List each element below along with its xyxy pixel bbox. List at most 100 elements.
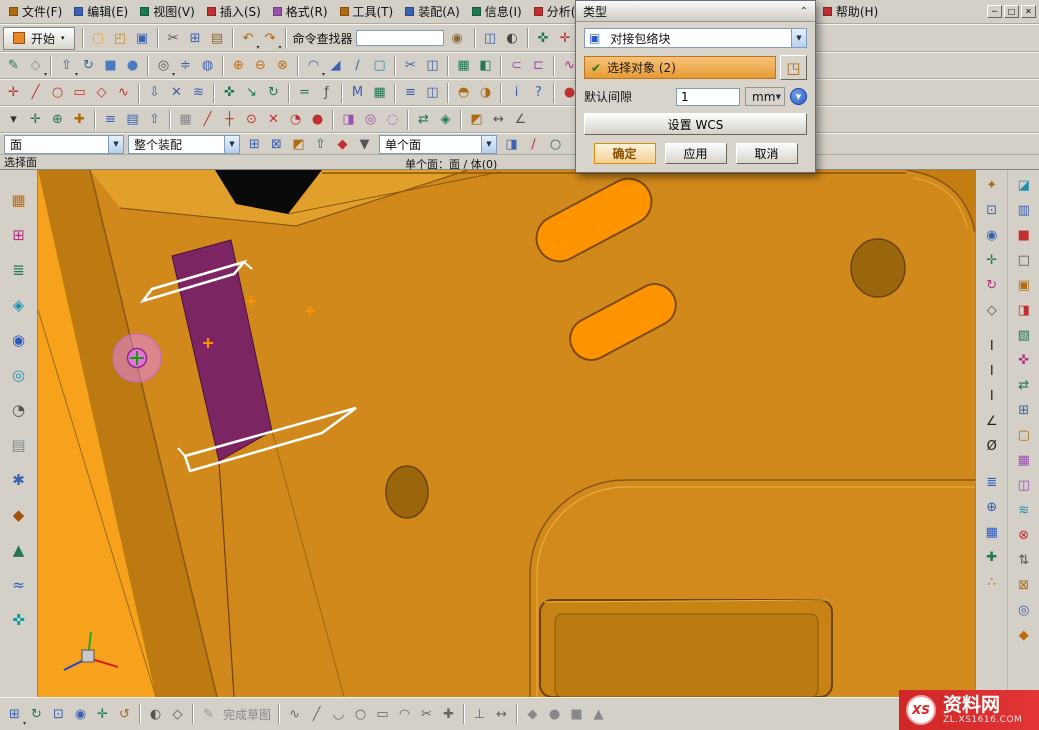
face-analysis-icon[interactable]: ◨ bbox=[1013, 299, 1035, 321]
command-finder-icon[interactable]: ◉ bbox=[447, 28, 468, 49]
roles-palette-icon[interactable]: ◆ bbox=[7, 503, 31, 527]
layer-visible-in-view-icon[interactable]: ◫ bbox=[422, 82, 443, 103]
redo-icon[interactable]: ↷▾ bbox=[260, 28, 281, 49]
process-studio-icon[interactable]: ▤ bbox=[7, 433, 31, 457]
chamfer-icon[interactable]: ◢ bbox=[325, 55, 346, 76]
menu-item-3[interactable]: 插入(S) bbox=[201, 1, 267, 22]
unite-icon[interactable]: ⊕ bbox=[228, 55, 249, 76]
selection-filter-dropdown[interactable]: 面 ▼ bbox=[4, 135, 124, 154]
snap-quadrant-icon[interactable]: ◔ bbox=[285, 109, 306, 130]
graphics-window[interactable] bbox=[38, 170, 975, 697]
interpart-link-icon[interactable]: ⇄ bbox=[413, 109, 434, 130]
point-icon[interactable]: ✛ bbox=[3, 82, 24, 103]
annotation-note-icon[interactable]: ≣ bbox=[981, 471, 1003, 493]
save-file-icon[interactable]: ▣ bbox=[132, 28, 153, 49]
menu-item-6[interactable]: 装配(A) bbox=[399, 1, 466, 22]
rapid-dimension-icon[interactable]: ↔ bbox=[491, 704, 512, 725]
display-mode-icon[interactable]: ◐ bbox=[502, 28, 523, 49]
pattern-component-icon[interactable]: ▦ bbox=[1013, 449, 1035, 471]
snap-existing-point-icon[interactable]: ● bbox=[307, 109, 328, 130]
zoom-in-out-icon[interactable]: ◉ bbox=[70, 704, 91, 725]
datum-csys-icon[interactable]: ✚ bbox=[981, 546, 1003, 568]
geometric-constraint-icon[interactable]: ⊥ bbox=[469, 704, 490, 725]
close-loop-icon[interactable]: ○ bbox=[545, 134, 566, 155]
mirror-feature-icon[interactable]: ◧ bbox=[475, 55, 496, 76]
gdt-symbol-icon[interactable]: ⊕ bbox=[981, 496, 1003, 518]
ok-button[interactable]: 确定 bbox=[594, 143, 656, 164]
minimize-button[interactable]: ─ bbox=[987, 5, 1002, 18]
highlight-toggle-icon[interactable]: ◩ bbox=[288, 134, 309, 155]
select-all-icon[interactable]: ⊞ bbox=[244, 134, 265, 155]
subtract-icon[interactable]: ⊖ bbox=[250, 55, 271, 76]
menu-item-5[interactable]: 工具(T) bbox=[334, 1, 400, 22]
grid-toggle-icon[interactable]: ▦ bbox=[175, 109, 196, 130]
collapse-icon[interactable]: ⌃ bbox=[800, 6, 808, 17]
render-shaded-icon[interactable]: ■ bbox=[1013, 224, 1035, 246]
chevron-down-icon[interactable]: ▼ bbox=[791, 29, 806, 47]
dialog-section-header[interactable]: 类型 ⌃ bbox=[576, 1, 815, 22]
face-rule-options-icon[interactable]: ◨ bbox=[501, 134, 522, 155]
immediate-hide-icon[interactable]: ◌ bbox=[382, 109, 403, 130]
pattern-feature-icon[interactable]: ▦ bbox=[453, 55, 474, 76]
apply-button[interactable]: 应用 bbox=[665, 143, 727, 164]
fit-view-icon[interactable]: ⊡ bbox=[981, 199, 1003, 221]
intersection-curve-icon[interactable]: ✕ bbox=[166, 82, 187, 103]
edge-blend-icon[interactable]: ◠▾ bbox=[303, 55, 324, 76]
select-tool-button[interactable]: ◳ bbox=[780, 55, 807, 80]
circle-tool-icon[interactable]: ○ bbox=[350, 704, 371, 725]
chevron-down-icon[interactable]: ▼ bbox=[481, 136, 496, 153]
menu-item-12[interactable]: 帮助(H) bbox=[817, 1, 884, 22]
chevron-down-icon[interactable]: ▼ bbox=[224, 136, 239, 153]
hole-feature[interactable] bbox=[851, 239, 905, 297]
pan-tool-icon[interactable]: ✛ bbox=[981, 249, 1003, 271]
move-object-icon[interactable]: ✜ bbox=[219, 82, 240, 103]
snap-toggle-4-icon[interactable]: ▲ bbox=[588, 704, 609, 725]
snap-toggle-1-icon[interactable]: ◆ bbox=[522, 704, 543, 725]
pan-view-icon[interactable]: ✛ bbox=[92, 704, 113, 725]
hole-icon[interactable]: ◎▾ bbox=[153, 55, 174, 76]
direct-sketch-icon[interactable]: ✎ bbox=[3, 55, 24, 76]
menu-item-4[interactable]: 格式(R) bbox=[267, 1, 334, 22]
true-shading-icon[interactable]: ▣ bbox=[1013, 274, 1035, 296]
zoom-tool-icon[interactable]: ◉ bbox=[981, 224, 1003, 246]
block-icon[interactable]: ■ bbox=[100, 55, 121, 76]
snap-point-settings-icon[interactable]: ◆ bbox=[332, 134, 353, 155]
arc-tool-2-icon[interactable]: ◡ bbox=[328, 704, 349, 725]
wcs-dynamics-icon[interactable]: ✛ bbox=[25, 109, 46, 130]
tabular-note-icon[interactable]: ▦ bbox=[981, 521, 1003, 543]
dim-parallel-icon[interactable]: I bbox=[981, 385, 1003, 407]
new-component-icon[interactable]: ▢ bbox=[1013, 424, 1035, 446]
rib-icon[interactable]: ≑ bbox=[175, 55, 196, 76]
view-popup-menu-icon[interactable]: ⊞▾ bbox=[4, 704, 25, 725]
arc-circle-icon[interactable]: ○ bbox=[47, 82, 68, 103]
snapshot-icon[interactable]: ✦ bbox=[981, 174, 1003, 196]
edit-object-display-icon[interactable]: ◩ bbox=[466, 109, 487, 130]
reference-set-icon[interactable]: ◈ bbox=[435, 109, 456, 130]
extrude-icon[interactable]: ⇧▾ bbox=[56, 55, 77, 76]
intersect-icon[interactable]: ⊗ bbox=[272, 55, 293, 76]
system-materials-icon[interactable]: ▲ bbox=[7, 538, 31, 562]
revolve-icon[interactable]: ↻ bbox=[78, 55, 99, 76]
rectangle-tool-icon[interactable]: ▭ bbox=[372, 704, 393, 725]
menu-item-1[interactable]: 编辑(E) bbox=[68, 1, 134, 22]
pocket-floor[interactable] bbox=[555, 614, 818, 697]
move-component-2-icon[interactable]: ⇄ bbox=[1013, 374, 1035, 396]
snap-toggle-3-icon[interactable]: ■ bbox=[566, 704, 587, 725]
select-object-step[interactable]: ✔ 选择对象 (2) bbox=[584, 56, 776, 79]
orient-view-icon[interactable]: ◓ bbox=[453, 82, 474, 103]
line-tool-2-icon[interactable]: ╱ bbox=[306, 704, 327, 725]
studio-spline-icon[interactable]: ∿ bbox=[113, 82, 134, 103]
gap-options-button[interactable]: ▼ bbox=[790, 88, 807, 105]
gap-input[interactable] bbox=[676, 88, 740, 106]
menu-item-7[interactable]: 信息(I) bbox=[466, 1, 528, 22]
window-switch-icon[interactable]: ◫ bbox=[480, 28, 501, 49]
snap-endpoint-icon[interactable]: ╱ bbox=[197, 109, 218, 130]
paste-icon[interactable]: ▤ bbox=[207, 28, 228, 49]
layer-in-view-icon[interactable]: ▤ bbox=[122, 109, 143, 130]
object-information-icon[interactable]: i bbox=[506, 82, 527, 103]
measure-angle-icon[interactable]: ∠ bbox=[510, 109, 531, 130]
wcs-orient-icon[interactable]: ⊕ bbox=[47, 109, 68, 130]
restore-button[interactable]: □ bbox=[1004, 5, 1019, 18]
rectangle-icon[interactable]: ▭ bbox=[69, 82, 90, 103]
thicken-icon[interactable]: ⊏ bbox=[528, 55, 549, 76]
